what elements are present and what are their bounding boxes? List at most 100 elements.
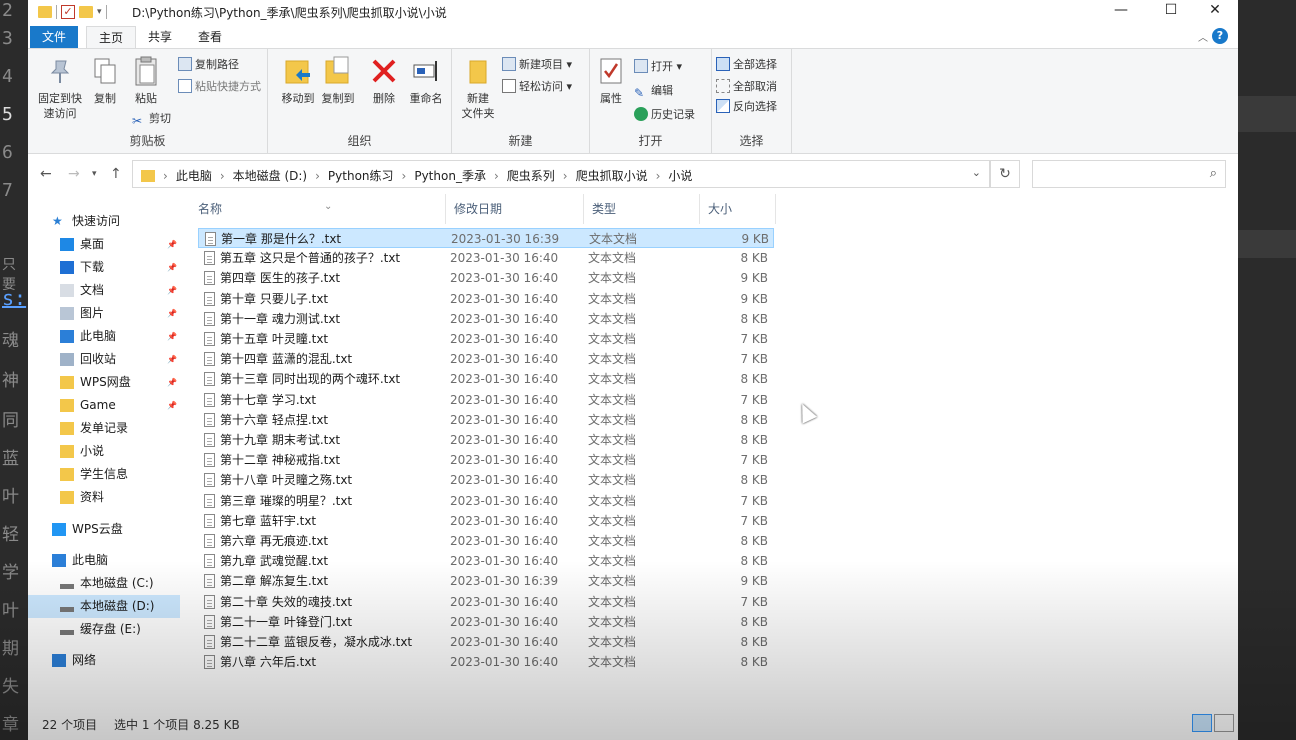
details-view-button[interactable] [1192, 714, 1212, 732]
new-folder-button[interactable]: 新建 文件夹 [458, 55, 498, 121]
tab-share[interactable]: 共享 [136, 26, 184, 48]
file-row[interactable]: 第十三章 同时出现的两个魂环.txt 2023-01-30 16:40 文本文档 8 … [198, 369, 774, 389]
minimize-button[interactable]: — [1098, 0, 1144, 22]
collapse-ribbon-icon[interactable]: ︿ [1198, 29, 1208, 44]
file-row[interactable]: 第六章 再无痕迹.txt 2023-01-30 16:40 文本文档 8 KB [198, 531, 774, 551]
column-header-date[interactable]: 修改日期 [446, 194, 584, 224]
sidebar-item[interactable]: 此电脑 [28, 549, 180, 572]
paste-shortcut-button[interactable]: 粘贴快捷方式 [178, 77, 261, 97]
large-icons-view-button[interactable] [1214, 714, 1234, 732]
forward-arrow-icon[interactable]: → [68, 166, 80, 182]
chevron-right-icon[interactable]: › [402, 169, 407, 183]
breadcrumb-item[interactable]: Python练习 [328, 169, 394, 183]
copy-button[interactable]: 复制 [88, 55, 122, 106]
file-row[interactable]: 第十二章 神秘戒指.txt 2023-01-30 16:40 文本文档 7 KB [198, 450, 774, 470]
chevron-right-icon[interactable]: › [563, 169, 568, 183]
sidebar-item[interactable]: WPS云盘 [28, 518, 180, 541]
sidebar-item[interactable]: 网络 [28, 649, 180, 672]
column-header-name[interactable]: 名称 ⌄ [190, 194, 446, 224]
chevron-right-icon[interactable]: › [315, 169, 320, 183]
sidebar-item[interactable]: 小说 [28, 440, 180, 463]
cut-button[interactable]: ✂ 剪切 [132, 109, 171, 129]
file-row[interactable]: 第二十一章 叶锋登门.txt 2023-01-30 16:40 文本文档 8 KB [198, 612, 774, 632]
file-row[interactable]: 第四章 医生的孩子.txt 2023-01-30 16:40 文本文档 9 KB [198, 268, 774, 288]
sidebar-item[interactable]: 图片 📌 [28, 302, 180, 325]
up-arrow-icon[interactable]: ↑ [110, 166, 122, 182]
paste-button[interactable]: 粘贴 [128, 55, 164, 106]
sidebar-item[interactable]: 此电脑 📌 [28, 325, 180, 348]
breadcrumb-item[interactable]: 小说 [668, 169, 692, 183]
breadcrumb-item[interactable]: 本地磁盘 (D:) [233, 169, 307, 183]
new-folder-icon[interactable] [79, 6, 93, 18]
history-button[interactable]: 历史记录 [634, 105, 695, 125]
breadcrumb-item[interactable]: 爬虫系列 [507, 169, 555, 183]
file-row[interactable]: 第一章 那是什么？.txt 2023-01-30 16:39 文本文档 9 KB [198, 228, 774, 248]
sidebar-item[interactable]: 资料 [28, 486, 180, 509]
sidebar-item[interactable]: Game 📌 [28, 394, 180, 417]
sidebar-item[interactable]: 学生信息 [28, 463, 180, 486]
chevron-down-icon[interactable]: ⌄ [972, 166, 981, 179]
sidebar-item[interactable]: 本地磁盘 (C:) [28, 572, 180, 595]
tab-file[interactable]: 文件 [30, 26, 79, 48]
pin-quick-access-button[interactable]: 固定到快 速访问 [34, 55, 86, 121]
rename-button[interactable]: 重命名 [406, 55, 446, 106]
file-row[interactable]: 第十五章 叶灵瞳.txt 2023-01-30 16:40 文本文档 7 KB [198, 329, 774, 349]
sidebar-item[interactable]: 桌面 📌 [28, 233, 180, 256]
sidebar-item[interactable]: 下载 📌 [28, 256, 180, 279]
file-row[interactable]: 第十七章 学习.txt 2023-01-30 16:40 文本文档 7 KB [198, 390, 774, 410]
breadcrumb-item[interactable]: 此电脑 [176, 169, 212, 183]
new-item-button[interactable]: 新建项目 ▾ [502, 55, 572, 75]
chevron-right-icon[interactable]: › [656, 169, 661, 183]
open-button[interactable]: 打开 ▾ [634, 57, 682, 77]
address-box[interactable]: › 此电脑 › 本地磁盘 (D:) › Python练习 › Python_季承 › 爬虫系列 › 爬… [132, 160, 990, 188]
move-to-button[interactable]: 移动到 [278, 55, 318, 106]
column-header-size[interactable]: 大小 [700, 194, 776, 224]
tab-home[interactable]: 主页 [86, 26, 137, 48]
breadcrumb-item[interactable]: Python_季承 [414, 169, 486, 183]
sidebar-item[interactable]: 回收站 📌 [28, 348, 180, 371]
maximize-button[interactable]: ☐ [1148, 0, 1194, 22]
file-row[interactable]: 第十一章 魂力测试.txt 2023-01-30 16:40 文本文档 8 KB [198, 309, 774, 329]
edit-button[interactable]: ✎ 编辑 [634, 81, 673, 101]
file-row[interactable]: 第二十章 失效的魂技.txt 2023-01-30 16:40 文本文档 7 KB [198, 592, 774, 612]
invert-selection-button[interactable]: 反向选择 [716, 97, 777, 117]
close-button[interactable]: ✕ [1192, 0, 1238, 22]
sidebar-item[interactable]: 发单记录 [28, 417, 180, 440]
properties-check-icon[interactable]: ✓ [61, 5, 75, 19]
file-row[interactable]: 第十四章 蓝潇的混乱.txt 2023-01-30 16:40 文本文档 7 KB [198, 349, 774, 369]
sidebar-item[interactable]: ★ 快速访问 [28, 210, 180, 233]
refresh-button[interactable]: ↻ [990, 160, 1020, 188]
file-row[interactable]: 第九章 武魂觉醒.txt 2023-01-30 16:40 文本文档 8 KB [198, 551, 774, 571]
copy-to-button[interactable]: 复制到 [318, 55, 358, 106]
file-row[interactable]: 第十九章 期末考试.txt 2023-01-30 16:40 文本文档 8 KB [198, 430, 774, 450]
file-row[interactable]: 第二十二章 蓝银反卷，凝水成冰.txt 2023-01-30 16:40 文本文档 8… [198, 632, 774, 652]
easy-access-button[interactable]: 轻松访问 ▾ [502, 77, 572, 97]
delete-button[interactable]: 删除 [366, 55, 402, 106]
sidebar-item[interactable]: 本地磁盘 (D:) [28, 595, 180, 618]
file-row[interactable]: 第十八章 叶灵瞳之殇.txt 2023-01-30 16:40 文本文档 8 KB [198, 470, 774, 490]
chevron-right-icon[interactable]: › [163, 169, 168, 183]
file-row[interactable]: 第十六章 轻点捏.txt 2023-01-30 16:40 文本文档 8 KB [198, 410, 774, 430]
sidebar-item[interactable]: WPS网盘 📌 [28, 371, 180, 394]
chevron-right-icon[interactable]: › [220, 169, 225, 183]
copy-path-button[interactable]: 复制路径 [178, 55, 239, 75]
file-row[interactable]: 第五章 这只是个普通的孩子？.txt 2023-01-30 16:40 文本文档 8 … [198, 248, 774, 268]
recent-locations-dropdown-icon[interactable]: ▾ [92, 169, 97, 179]
tab-view[interactable]: 查看 [186, 26, 234, 48]
select-all-button[interactable]: 全部选择 [716, 55, 777, 75]
select-none-button[interactable]: 全部取消 [716, 77, 777, 97]
search-input[interactable]: ⌕ [1032, 160, 1226, 188]
file-row[interactable]: 第十章 只要儿子.txt 2023-01-30 16:40 文本文档 9 KB [198, 289, 774, 309]
file-row[interactable]: 第三章 璀璨的明星？.txt 2023-01-30 16:40 文本文档 7 KB [198, 491, 774, 511]
help-icon[interactable]: ? [1212, 28, 1228, 44]
customize-dropdown-icon[interactable]: ▾ [97, 7, 102, 17]
sidebar-item[interactable]: 文档 📌 [28, 279, 180, 302]
properties-button[interactable]: 属性 [594, 55, 628, 106]
breadcrumb-item[interactable]: 爬虫抓取小说 [576, 169, 648, 183]
file-row[interactable]: 第八章 六年后.txt 2023-01-30 16:40 文本文档 8 KB [198, 652, 774, 672]
file-row[interactable]: 第二章 解冻复生.txt 2023-01-30 16:39 文本文档 9 KB [198, 571, 774, 591]
chevron-right-icon[interactable]: › [494, 169, 499, 183]
file-row[interactable]: 第七章 蓝轩宇.txt 2023-01-30 16:40 文本文档 7 KB [198, 511, 774, 531]
sidebar-item[interactable]: 缓存盘 (E:) [28, 618, 180, 641]
back-arrow-icon[interactable]: ← [40, 166, 52, 182]
